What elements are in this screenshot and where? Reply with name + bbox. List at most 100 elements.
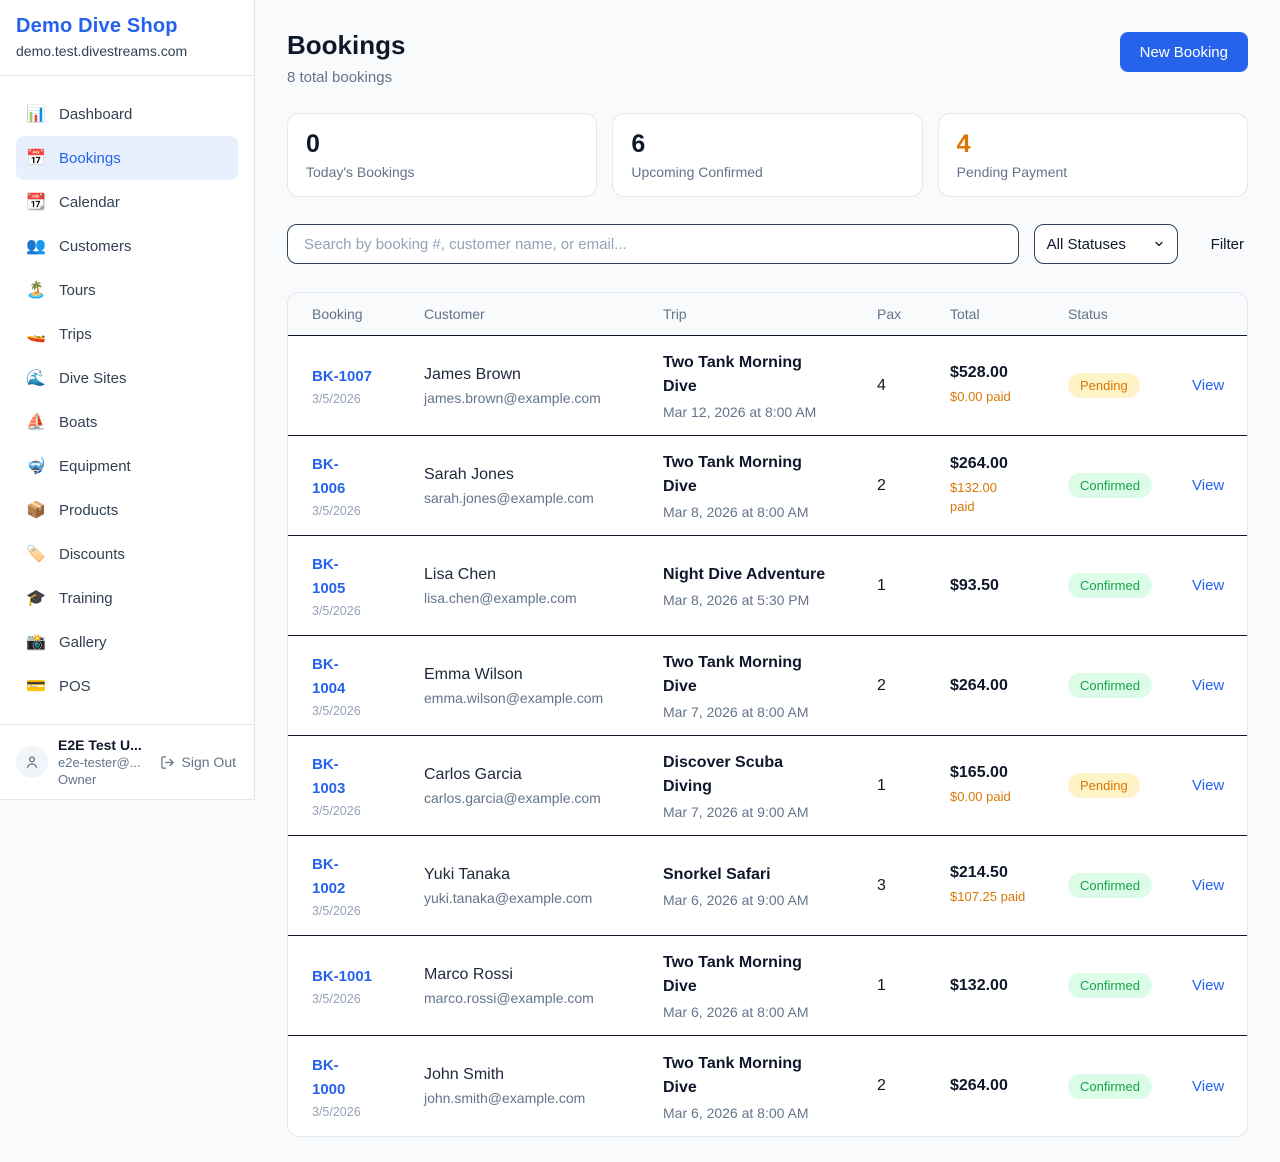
nav-icon: 🤿 (26, 456, 46, 476)
nav-icon: 📆 (26, 192, 46, 212)
shop-logo[interactable]: Demo Dive Shop demo.test.divestreams.com (0, 0, 254, 76)
nav-icon: 🏷️ (26, 544, 46, 564)
sidebar-item-boats[interactable]: ⛵ Boats (16, 400, 238, 444)
sidebar-item-training[interactable]: 🎓 Training (16, 576, 238, 620)
shop-domain: demo.test.divestreams.com (16, 43, 238, 59)
column-header-status: Status (1068, 306, 1192, 322)
trip-name: Discover Scuba Diving (663, 751, 877, 799)
sidebar-item-trips[interactable]: 🚤 Trips (16, 312, 238, 356)
stat-label: Upcoming Confirmed (631, 164, 903, 180)
table-row: BK-1001 3/5/2026 Marco Rossi marco.rossi… (288, 936, 1247, 1036)
total-amount: $528.00 (950, 364, 1068, 382)
trip-time: Mar 6, 2026 at 8:00 AM (663, 1105, 877, 1121)
sign-out-label: Sign Out (182, 754, 236, 770)
new-booking-button[interactable]: New Booking (1120, 32, 1248, 72)
booking-cell: BK- 1004 3/5/2026 (312, 653, 424, 718)
trip-time: Mar 6, 2026 at 9:00 AM (663, 892, 877, 908)
table-body: BK-1007 3/5/2026 James Brown james.brown… (288, 336, 1247, 1136)
booking-id-link[interactable]: BK- 1003 (312, 753, 424, 801)
shop-name: Demo Dive Shop (16, 15, 238, 38)
customer-email: carlos.garcia@example.com (424, 790, 663, 806)
sidebar-item-customers[interactable]: 👥 Customers (16, 224, 238, 268)
status-cell: Confirmed (1068, 673, 1192, 698)
view-link[interactable]: View (1192, 477, 1224, 494)
booking-date: 3/5/2026 (312, 392, 424, 406)
trip-name: Two Tank Morning Dive (663, 1052, 877, 1100)
booking-id-link[interactable]: BK- 1004 (312, 653, 424, 701)
customer-email: emma.wilson@example.com (424, 690, 663, 706)
trip-cell: Night Dive Adventure Mar 8, 2026 at 5:30… (663, 563, 877, 608)
status-cell: Confirmed (1068, 873, 1192, 898)
pax-value: 2 (877, 1077, 950, 1095)
sidebar-item-label: Calendar (59, 194, 120, 211)
booking-id-link[interactable]: BK-1001 (312, 965, 424, 989)
sign-out-button[interactable]: Sign Out (160, 754, 238, 770)
sidebar-item-dashboard[interactable]: 📊 Dashboard (16, 92, 238, 136)
sidebar-item-label: Trips (59, 326, 92, 343)
total-amount: $264.00 (950, 1077, 1068, 1095)
booking-cell: BK- 1002 3/5/2026 (312, 853, 424, 918)
view-link[interactable]: View (1192, 677, 1224, 694)
sidebar-item-label: Discounts (59, 546, 125, 563)
nav-icon: 🌊 (26, 368, 46, 388)
trip-cell: Two Tank Morning Dive Mar 6, 2026 at 8:0… (663, 1052, 877, 1121)
user-email: e2e-tester@... (58, 755, 150, 770)
filter-button[interactable]: Filter (1211, 236, 1244, 253)
booking-id-link[interactable]: BK-1007 (312, 365, 424, 389)
view-link[interactable]: View (1192, 577, 1224, 594)
view-link[interactable]: View (1192, 877, 1224, 894)
nav-icon: 🎓 (26, 588, 46, 608)
status-cell: Confirmed (1068, 973, 1192, 998)
sidebar-item-tours[interactable]: 🏝️ Tours (16, 268, 238, 312)
customer-cell: Emma Wilson emma.wilson@example.com (424, 666, 663, 706)
sidebar-item-bookings[interactable]: 📅 Bookings (16, 136, 238, 180)
table-row: BK- 1005 3/5/2026 Lisa Chen lisa.chen@ex… (288, 536, 1247, 636)
trip-cell: Snorkel Safari Mar 6, 2026 at 9:00 AM (663, 863, 877, 908)
booking-date: 3/5/2026 (312, 704, 424, 718)
booking-cell: BK-1007 3/5/2026 (312, 365, 424, 406)
sidebar-item-calendar[interactable]: 📆 Calendar (16, 180, 238, 224)
sidebar-item-gallery[interactable]: 📸 Gallery (16, 620, 238, 664)
stat-value: 6 (631, 129, 903, 159)
status-cell: Confirmed (1068, 1074, 1192, 1099)
view-link[interactable]: View (1192, 377, 1224, 394)
customer-email: john.smith@example.com (424, 1090, 663, 1106)
customer-email: marco.rossi@example.com (424, 990, 663, 1006)
customer-email: yuki.tanaka@example.com (424, 890, 663, 906)
status-filter-select[interactable]: All Statuses (1034, 224, 1178, 264)
table-row: BK- 1003 3/5/2026 Carlos Garcia carlos.g… (288, 736, 1247, 836)
booking-cell: BK- 1005 3/5/2026 (312, 553, 424, 618)
sidebar-item-discounts[interactable]: 🏷️ Discounts (16, 532, 238, 576)
view-link[interactable]: View (1192, 1078, 1224, 1095)
booking-id-link[interactable]: BK- 1000 (312, 1054, 424, 1102)
sidebar-item-products[interactable]: 📦 Products (16, 488, 238, 532)
booking-id-link[interactable]: BK- 1002 (312, 853, 424, 901)
nav-icon: 🏝️ (26, 280, 46, 300)
paid-amount: $0.00 paid (950, 387, 1068, 407)
avatar (16, 746, 48, 778)
status-badge: Confirmed (1068, 673, 1152, 698)
nav-icon: 📦 (26, 500, 46, 520)
total-cell: $214.50 $107.25 paid (950, 864, 1068, 907)
view-link[interactable]: View (1192, 777, 1224, 794)
trip-name: Night Dive Adventure (663, 563, 877, 587)
stats-row: 0 Today's Bookings 6 Upcoming Confirmed … (287, 113, 1248, 197)
booking-date: 3/5/2026 (312, 604, 424, 618)
sidebar-item-equipment[interactable]: 🤿 Equipment (16, 444, 238, 488)
total-amount: $214.50 (950, 864, 1068, 882)
booking-date: 3/5/2026 (312, 992, 424, 1006)
pax-value: 3 (877, 877, 950, 895)
page-header-text: Bookings 8 total bookings (287, 30, 405, 86)
search-input[interactable] (287, 224, 1019, 264)
total-cell: $264.00 (950, 677, 1068, 695)
booking-id-link[interactable]: BK- 1005 (312, 553, 424, 601)
total-amount: $93.50 (950, 577, 1068, 595)
logout-icon (160, 755, 175, 770)
sidebar-item-dive-sites[interactable]: 🌊 Dive Sites (16, 356, 238, 400)
sidebar-item-pos[interactable]: 💳 POS (16, 664, 238, 708)
stat-value: 4 (957, 129, 1229, 159)
stat-card: 6 Upcoming Confirmed (612, 113, 922, 197)
booking-id-link[interactable]: BK- 1006 (312, 453, 424, 501)
view-link[interactable]: View (1192, 977, 1224, 994)
status-badge: Confirmed (1068, 873, 1152, 898)
